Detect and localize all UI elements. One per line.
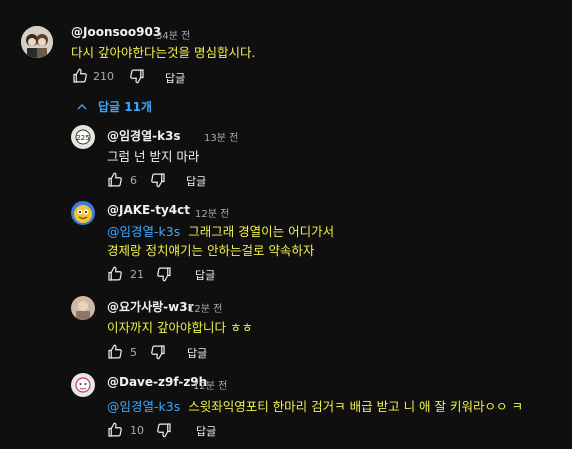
reply-text-body: 그래그래 경열이는 어디가서 (188, 224, 335, 239)
like-button[interactable]: 5 (106, 343, 137, 361)
reply-text-line: @임경열-k3s 스윗좌익영포티 한마리 검거ㅋ 배급 받고 니 애 잘 키워라… (107, 396, 523, 415)
thumbs-down-icon (157, 267, 171, 282)
reply-author[interactable]: @임경열-k3s (107, 127, 181, 144)
thumbs-up-icon (73, 68, 87, 83)
avatar-image (71, 296, 95, 320)
comment-text: 다시 갚아야한다는것을 명심합시다. (71, 45, 256, 60)
avatar[interactable] (21, 26, 53, 58)
thumbs-up-icon (108, 172, 122, 187)
like-button[interactable]: 6 (106, 171, 137, 189)
like-count: 210 (93, 69, 114, 83)
chevron-up-icon (77, 103, 87, 109)
reply-text: 이자까지 갚아야합니다 ㅎㅎ (107, 320, 253, 335)
svg-text:225: 225 (76, 134, 89, 142)
like-button[interactable]: 210 (71, 67, 114, 85)
dislike-button[interactable] (128, 67, 146, 85)
reply-button[interactable]: 답글 (196, 423, 216, 439)
avatar-image (21, 26, 53, 58)
thumbs-up-icon (108, 344, 122, 359)
comment-time[interactable]: 34분 전 (156, 27, 190, 42)
reply-time[interactable]: 12분 전 (195, 205, 229, 220)
avatar[interactable] (71, 296, 95, 320)
avatar-image: 225 (71, 125, 95, 149)
like-button[interactable]: 21 (106, 265, 144, 283)
reply-time[interactable]: 12분 전 (188, 300, 222, 315)
reply-time[interactable]: 12분 전 (193, 377, 227, 392)
reply-text: 그럼 넌 받지 마라 (107, 149, 200, 164)
comment-author[interactable]: @Joonsoo903 (71, 25, 161, 39)
avatar-image (71, 373, 95, 397)
reply-text-line: @임경열-k3s 그래그래 경열이는 어디가서 (107, 221, 334, 240)
like-count: 10 (130, 423, 144, 437)
thumbs-down-icon (130, 69, 144, 84)
dislike-button[interactable] (149, 171, 167, 189)
avatar[interactable] (71, 373, 95, 397)
reply-button[interactable]: 답글 (186, 173, 206, 189)
avatar-image (71, 201, 95, 225)
mention-link[interactable]: @임경열-k3s (107, 399, 180, 414)
reply-text-line: 경제랑 정치얘기는 안하는걸로 약속하자 (107, 243, 315, 258)
replies-toggle-button[interactable]: 답글 11개 (74, 98, 152, 115)
reply-author[interactable]: @요가사랑-w3r (107, 298, 194, 315)
reply-author[interactable]: @JAKE-ty4ct (107, 203, 190, 217)
like-count: 5 (130, 345, 137, 359)
thumbs-down-icon (151, 345, 165, 360)
mention-link[interactable]: @임경열-k3s (107, 224, 180, 239)
thumbs-down-icon (151, 173, 165, 188)
thumbs-up-icon (108, 422, 122, 437)
reply-button[interactable]: 답글 (187, 345, 207, 361)
like-count: 6 (130, 173, 137, 187)
thumbs-up-icon (108, 266, 122, 281)
replies-toggle-label: 답글 11개 (98, 100, 152, 114)
avatar[interactable] (71, 201, 95, 225)
dislike-button[interactable] (149, 343, 167, 361)
like-button[interactable]: 10 (106, 421, 144, 439)
like-count: 21 (130, 267, 144, 281)
reply-text-body: 스윗좌익영포티 한마리 검거ㅋ 배급 받고 니 애 잘 키워라ㅇㅇ ㅋ (188, 399, 523, 414)
thumbs-down-icon (157, 423, 171, 438)
reply-button[interactable]: 답글 (165, 70, 185, 86)
avatar[interactable]: 225 (71, 125, 95, 149)
reply-time[interactable]: 13분 전 (204, 129, 238, 144)
dislike-button[interactable] (155, 265, 173, 283)
reply-button[interactable]: 답글 (195, 267, 215, 283)
dislike-button[interactable] (155, 421, 173, 439)
